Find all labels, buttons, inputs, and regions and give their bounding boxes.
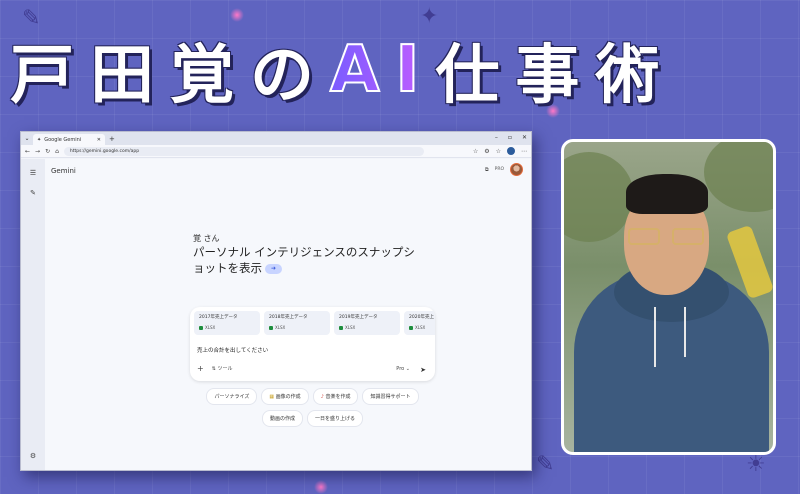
- chip-learning[interactable]: 知識習得サポート: [362, 388, 419, 405]
- tools-label: ツール: [217, 366, 233, 372]
- prompt-input[interactable]: 売上の合計を出してください: [197, 346, 268, 354]
- app-title: Gemini: [51, 167, 76, 175]
- file-name: 2020年売上: [409, 315, 434, 320]
- user-avatar[interactable]: [510, 163, 523, 176]
- sheet-icon: [199, 325, 203, 330]
- file-chip[interactable]: 2017年売上データ XLSX: [194, 311, 260, 335]
- minimize-icon[interactable]: –: [495, 134, 498, 141]
- title-part2: 仕事術: [435, 39, 676, 113]
- chip-personalize[interactable]: パーソナライズ: [206, 388, 258, 405]
- more-icon[interactable]: ⋯: [521, 148, 527, 155]
- new-chat-icon[interactable]: ✎: [30, 189, 36, 197]
- sheet-icon: [269, 325, 273, 330]
- tab-menu-icon[interactable]: ⌄: [21, 135, 33, 142]
- close-window-icon[interactable]: ✕: [522, 134, 527, 141]
- extensions-icon[interactable]: ⚙: [484, 148, 489, 155]
- glasses: [628, 228, 706, 246]
- greeting-name: 覚 さん: [193, 234, 220, 243]
- page-title: 戸田覚の AI 仕事術: [10, 30, 675, 113]
- file-ext: XLSX: [275, 325, 286, 330]
- file-ext: XLSX: [345, 325, 356, 330]
- file-chip[interactable]: 2019年売上データ XLSX: [334, 311, 400, 335]
- greeting: 覚 さん パーソナル インテリジェンスのスナップシ ョットを表示 ➜: [193, 233, 415, 276]
- gemini-app: ☰ ✎ ⚙ Gemini ⧉ PRO 覚 さん パーソナル インテリジェンスのス…: [21, 159, 531, 470]
- canvas-icon[interactable]: ⧉: [485, 167, 489, 173]
- sheet-icon: [339, 325, 343, 330]
- portrait-photo: [561, 139, 776, 455]
- forward-icon[interactable]: →: [35, 148, 40, 155]
- favorites-icon[interactable]: ☆: [496, 148, 501, 155]
- pro-badge: PRO: [494, 167, 504, 172]
- sidebar: ☰ ✎ ⚙: [21, 159, 45, 470]
- plus-icon[interactable]: +: [197, 364, 204, 373]
- greeting-line-1: パーソナル インテリジェンスのスナップシ: [193, 245, 415, 259]
- prompt-card: 2017年売上データ XLSX 2018年売上データ XLSX 2019年売上デ…: [190, 307, 435, 381]
- chip-create-video[interactable]: 動画の作成: [261, 410, 303, 427]
- chip-liven-day[interactable]: 一日を盛り上げる: [307, 410, 364, 427]
- main-area: Gemini ⧉ PRO 覚 さん パーソナル インテリジェンスのスナップシ ョ…: [45, 159, 531, 470]
- attached-files: 2017年売上データ XLSX 2018年売上データ XLSX 2019年売上デ…: [194, 311, 435, 335]
- lightbulb-icon: ☀: [746, 452, 766, 477]
- reload-icon[interactable]: ↻: [45, 148, 50, 155]
- idea-icon: ✎: [536, 452, 555, 477]
- tree-bokeh: [564, 152, 634, 242]
- tab-title: Google Gemini: [44, 136, 82, 143]
- close-tab-icon[interactable]: ✕: [97, 137, 101, 143]
- new-tab-icon[interactable]: +: [105, 135, 119, 143]
- chip-label: 音楽を作成: [325, 394, 351, 400]
- greeting-line-2: ョットを表示: [193, 261, 262, 275]
- settings-icon[interactable]: ⚙: [30, 452, 36, 460]
- hamburger-icon[interactable]: ☰: [30, 169, 36, 177]
- file-chip[interactable]: 2020年売上 XLSX: [404, 311, 435, 335]
- glasses-lens: [672, 228, 704, 245]
- top-right-controls: ⧉ PRO: [485, 163, 523, 176]
- tree-bokeh: [704, 142, 773, 212]
- file-ext: XLSX: [415, 325, 426, 330]
- hoodie-string: [654, 307, 656, 367]
- back-icon[interactable]: ←: [25, 148, 30, 155]
- home-icon[interactable]: ⌂: [55, 148, 59, 155]
- url-field[interactable]: https://gemini.google.com/app: [63, 146, 424, 156]
- glow-dot: [230, 8, 244, 22]
- browser-tab[interactable]: ✦ Google Gemini ✕: [33, 134, 105, 145]
- sheet-icon: [409, 325, 413, 330]
- chip-label: 画像の作成: [275, 394, 301, 400]
- tool-row: + ⇅ ツール: [197, 364, 233, 373]
- chip-create-image[interactable]: ▦ 画像の作成: [261, 388, 309, 405]
- gemini-favicon-icon: ✦: [37, 136, 42, 143]
- browser-window: ⌄ ✦ Google Gemini ✕ + – ▫ ✕ ← → ↻ ⌂ http…: [20, 131, 532, 471]
- glow-dot: [314, 480, 328, 494]
- chip-create-music[interactable]: ♪ 音楽を作成: [312, 388, 359, 405]
- model-label: Pro: [396, 366, 405, 372]
- file-ext: XLSX: [205, 325, 216, 330]
- file-chip[interactable]: 2018年売上データ XLSX: [264, 311, 330, 335]
- maximize-icon[interactable]: ▫: [508, 134, 512, 141]
- glasses-lens: [628, 228, 660, 245]
- address-bar: ← → ↻ ⌂ https://gemini.google.com/app ☆ …: [21, 145, 531, 158]
- window-controls: – ▫ ✕: [495, 134, 527, 141]
- tab-bar: ⌄ ✦ Google Gemini ✕ + – ▫ ✕: [21, 132, 531, 145]
- star-icon[interactable]: ☆: [473, 148, 478, 155]
- file-name: 2017年売上データ: [199, 315, 238, 320]
- hair: [626, 174, 708, 214]
- suggestion-chips: パーソナライズ ▦ 画像の作成 ♪ 音楽を作成 知識習得サポート 動画の作成 一…: [190, 388, 435, 427]
- title-part1: 戸田覚の: [10, 39, 330, 113]
- chevron-down-icon: ⌄: [405, 366, 410, 372]
- hoodie-string: [684, 307, 686, 357]
- tools-button[interactable]: ⇅ ツール: [212, 365, 233, 372]
- arrow-forward-icon[interactable]: ➜: [265, 263, 282, 274]
- avatar-mini-icon[interactable]: [507, 147, 515, 155]
- file-name: 2019年売上データ: [339, 315, 378, 320]
- file-name: 2018年売上データ: [269, 315, 308, 320]
- title-ai: AI: [329, 32, 436, 108]
- model-selector[interactable]: Pro ⌄: [396, 366, 410, 372]
- send-icon[interactable]: ➤: [417, 364, 429, 376]
